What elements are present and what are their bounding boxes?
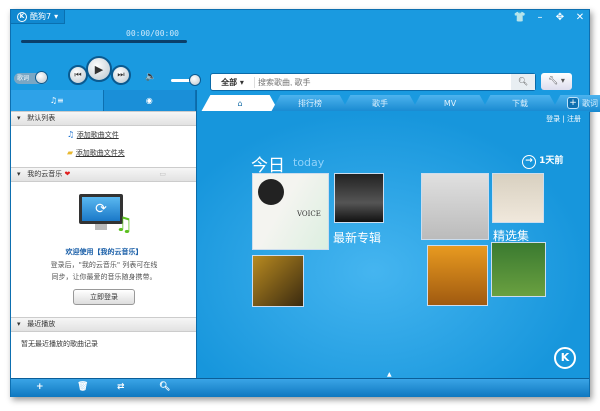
login-now-button[interactable]: 立即登录 (73, 289, 135, 305)
album-cover-singer[interactable] (252, 255, 304, 307)
bottom-toolbar: + 🗑︎ ⇄ 🔍︎ (11, 378, 589, 397)
chat-icon: ▭ (159, 170, 166, 178)
previous-icon: ⏮ (74, 70, 82, 79)
add-song-folder-link[interactable]: 添加歌曲文件夹 (76, 149, 125, 157)
volume-knob[interactable] (189, 74, 201, 86)
app-title: 酷狗7 (30, 12, 52, 21)
mini-mode-button[interactable]: ✥ (551, 12, 569, 23)
search-list-icon[interactable]: 🔍︎ (159, 382, 170, 392)
arrow-right-circle-icon: → (522, 155, 536, 169)
home-content: 登录 | 注册 今日 today → 1天前 VOICE 最新专辑 精选集 K … (197, 111, 589, 378)
add-tab-button[interactable]: + (567, 97, 579, 109)
recent-empty-text: 暂无最近播放的歌曲记录 (21, 340, 98, 348)
kugou-k-logo-icon: K (554, 347, 576, 369)
tab-download[interactable]: 下载 (481, 95, 559, 112)
search-button[interactable]: 🔍︎ (511, 74, 535, 90)
login-link[interactable]: 登录 (546, 115, 560, 123)
chevron-down-icon: ▾ (54, 12, 59, 21)
lyrics-toggle-knob[interactable] (35, 71, 48, 84)
sidebar: ♫≡ ◉ ▾ 默认列表 ♫ 添加歌曲文件 ▰ 添加歌曲文件夹 ▾ 我的云音乐 ❤… (11, 90, 197, 378)
search-bar: 全部 ▾ 🔍︎ (210, 73, 536, 91)
album-cover-band[interactable] (334, 173, 384, 223)
kugou-logo-icon: K (17, 11, 27, 22)
minimize-button[interactable]: – (531, 12, 549, 23)
tab-radio[interactable]: ◉ (104, 90, 196, 111)
app-menu[interactable]: K 酷狗7 ▾ (11, 10, 66, 24)
skin-icon[interactable]: 👕 (511, 12, 529, 23)
wrench-icon: 🔧︎ ▾ (548, 76, 565, 85)
add-song-file-link[interactable]: 添加歌曲文件 (77, 131, 119, 139)
section-recent[interactable]: ▾ 最近播放 (11, 317, 196, 332)
playmode-icon[interactable]: ⇄ (117, 382, 125, 392)
delete-icon[interactable]: 🗑︎ (77, 382, 88, 392)
progress-bar[interactable] (21, 40, 187, 43)
green-music-note-icon: ♫ (115, 212, 133, 236)
search-input[interactable] (255, 77, 511, 87)
home-icon: ⌂ (237, 99, 243, 108)
next-button[interactable]: ⏭ (111, 65, 131, 85)
next-icon: ⏭ (117, 70, 125, 79)
cloud-desc: 登录后，"我的云音乐" 列表可在线 (50, 261, 158, 269)
tab-singers[interactable]: 歌手 (341, 95, 419, 112)
previous-button[interactable]: ⏮ (68, 65, 88, 85)
heart-icon: ❤ (64, 170, 71, 178)
playlist-cover-autumn[interactable] (427, 245, 488, 306)
main-tabs: ⌂ 排行榜 歌手 MV 下载 歌词 (201, 95, 600, 112)
folder-icon: ▰ (67, 148, 74, 157)
volume-icon[interactable]: 🔈 (145, 72, 156, 82)
play-time: 00:00/00:00 (126, 29, 179, 38)
tab-mv[interactable]: MV (411, 95, 489, 112)
cloud-desc: 同步，让你最爱的音乐随身携带。 (51, 273, 157, 281)
playlist-cover-girl[interactable] (491, 242, 546, 297)
album-cover-voice[interactable]: VOICE (252, 173, 329, 250)
lyrics-label: 歌词 (17, 75, 30, 82)
cloud-welcome: 欢迎使用【我的云音乐】 (65, 248, 143, 256)
register-link[interactable]: 注册 (567, 115, 581, 123)
add-icon[interactable]: + (36, 382, 44, 392)
radio-icon: ◉ (145, 96, 153, 105)
today-en-label: today (293, 156, 325, 169)
new-albums-label[interactable]: 最新专辑 (333, 229, 381, 246)
search-category-dropdown[interactable]: 全部 ▾ (211, 76, 255, 88)
tab-home[interactable]: ⌂ (201, 95, 279, 112)
section-default-list[interactable]: ▾ 默认列表 (11, 111, 196, 126)
playlist-icon: ♫≡ (49, 96, 64, 105)
play-icon: ▶ (94, 62, 104, 76)
close-button[interactable]: ✕ (571, 12, 589, 23)
separator: | (562, 115, 565, 123)
playlist-cover-bicycle[interactable] (492, 173, 544, 223)
search-icon: 🔍︎ (517, 77, 529, 86)
playlist-cover-lighthouse[interactable] (421, 173, 489, 240)
play-button[interactable]: ▶ (86, 56, 112, 82)
previous-day-button[interactable]: → 1天前 (522, 153, 563, 169)
expand-up-icon[interactable]: ▲ (387, 371, 392, 378)
tab-playlist[interactable]: ♫≡ (11, 90, 104, 111)
tab-charts[interactable]: 排行榜 (271, 95, 349, 112)
kugou-window: K 酷狗7 ▾ 👕 – ✥ ✕ 00:00/00:00 歌词 ⏮ ▶ ⏭ 🔈 全部… (10, 9, 600, 397)
music-note-icon: ♫ (67, 130, 75, 139)
tools-menu-button[interactable]: 🔧︎ ▾ (541, 73, 572, 90)
section-cloud-music[interactable]: ▾ 我的云音乐 ❤ ▭ (11, 167, 196, 182)
